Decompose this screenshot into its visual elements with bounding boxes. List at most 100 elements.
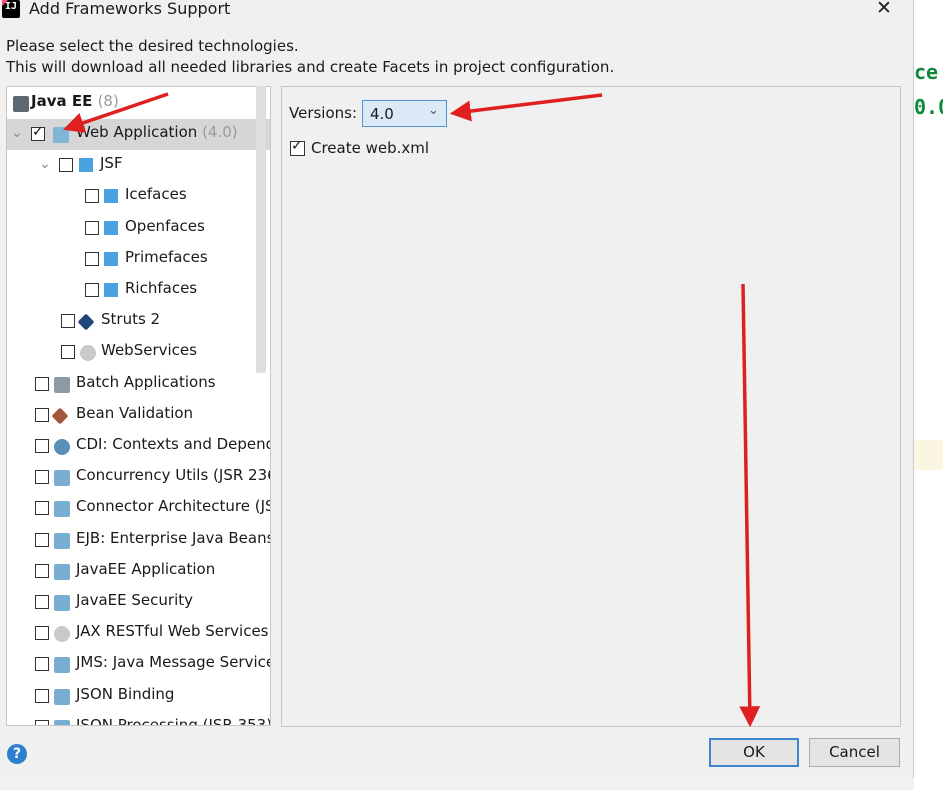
struts-icon: [77, 313, 95, 331]
tree-item-checkbox[interactable]: [85, 251, 99, 266]
versions-dropdown[interactable]: 4.0 ⌄: [362, 100, 447, 127]
tree-item-checkbox[interactable]: [61, 314, 75, 329]
versions-selected-value: 4.0: [370, 105, 394, 123]
security-icon: [54, 595, 70, 611]
tree-item-icefaces[interactable]: Icefaces: [7, 181, 270, 212]
tree-item-checkbox[interactable]: [61, 345, 75, 360]
tree-item-label: Openfaces: [125, 216, 205, 235]
cdi-icon: [54, 439, 70, 455]
tree-item-bean-validation[interactable]: Bean Validation: [7, 400, 270, 431]
chevron-down-icon[interactable]: ⌄: [39, 156, 51, 172]
chevron-down-icon: ⌄: [428, 103, 439, 118]
cancel-button[interactable]: Cancel: [809, 738, 900, 767]
group-label: Java EE: [31, 92, 93, 110]
tree-item-checkbox[interactable]: [35, 657, 49, 672]
close-icon[interactable]: ✕: [876, 0, 892, 19]
batch-icon: [54, 376, 70, 393]
tree-item-label: Concurrency Utils (JSR 236): [76, 466, 271, 485]
tree-item-checkbox[interactable]: [31, 124, 45, 141]
tree-item-cdi-contexts-and-depende[interactable]: CDI: Contexts and Depende: [7, 431, 270, 462]
tree-item-label: Richfaces: [125, 279, 198, 297]
editor-code-line: ce: [914, 60, 939, 84]
globe-icon: [80, 345, 96, 362]
tree-item-struts-2[interactable]: Struts 2: [7, 306, 270, 337]
chevron-down-icon[interactable]: ⌄: [11, 125, 23, 141]
tree-item-jms-java-message-service[interactable]: JMS: Java Message Service: [7, 649, 270, 680]
create-webxml-label[interactable]: Create web.xml: [311, 139, 429, 157]
tree-item-version: (4.0): [197, 123, 238, 141]
globe-icon: [54, 626, 70, 643]
tree-item-checkbox[interactable]: [35, 719, 49, 725]
ejb-icon: [54, 532, 70, 549]
tree-item-label: JavaEE Application: [76, 559, 216, 578]
tree-item-label: JSON Processing (JSR 353): [76, 715, 271, 726]
tree-item-checkbox[interactable]: [35, 376, 49, 391]
tree-item-label: JavaEE Security: [76, 591, 194, 609]
tree-item-label: EJB: Enterprise Java Beans: [76, 528, 271, 547]
tree-item-checkbox[interactable]: [35, 532, 49, 547]
tree-item-label: Bean Validation: [76, 403, 194, 422]
tree-item-batch-applications[interactable]: Batch Applications: [7, 369, 270, 400]
java-ee-icon: [13, 96, 29, 112]
intellij-app-icon: IJ: [2, 0, 20, 18]
tree-item-jsf[interactable]: ⌄ JSF: [7, 150, 270, 181]
description-line-1: Please select the desired technologies.: [6, 37, 299, 55]
tree-item-json-processing-jsr-353[interactable]: JSON Processing (JSR 353): [7, 712, 271, 726]
jsf-icon: [104, 251, 118, 266]
tree-item-checkbox[interactable]: [35, 626, 49, 641]
tree-item-checkbox[interactable]: [35, 688, 49, 703]
json-icon: [54, 688, 70, 705]
tree-item-checkbox[interactable]: [35, 595, 49, 609]
tree-item-label: JAX RESTful Web Services: [76, 622, 269, 641]
tree-group-java-ee[interactable]: Java EE (8): [7, 88, 270, 119]
tree-scrollbar[interactable]: [256, 86, 266, 373]
tree-item-checkbox[interactable]: [35, 407, 49, 422]
tree-item-concurrency-utils-jsr-236[interactable]: Concurrency Utils (JSR 236): [7, 462, 271, 493]
ok-button[interactable]: OK: [709, 738, 799, 767]
tree-item-checkbox[interactable]: [35, 439, 49, 453]
tree-item-primefaces[interactable]: Primefaces: [7, 244, 270, 275]
versions-label: Versions:: [289, 104, 358, 122]
tree-item-checkbox[interactable]: [85, 189, 99, 204]
tree-item-ejb-enterprise-java-beans[interactable]: EJB: Enterprise Java Beans: [7, 525, 271, 556]
tree-item-jax-restful-web-services[interactable]: JAX RESTful Web Services: [7, 618, 270, 649]
tree-item-web-application[interactable]: ⌄ Web Application (4.0): [7, 119, 270, 150]
tree-item-richfaces[interactable]: Richfaces: [7, 275, 270, 306]
dialog-title: Add Frameworks Support: [29, 0, 231, 18]
add-frameworks-dialog: IJ Add Frameworks Support ✕ Please selec…: [0, 0, 914, 778]
tree-item-webservices[interactable]: WebServices: [7, 337, 270, 368]
editor-highlight-line: [914, 440, 943, 470]
tree-item-label: Connector Architecture (JS: [76, 497, 271, 516]
tree-item-javaee-application[interactable]: JavaEE Application: [7, 556, 270, 587]
jsf-icon: [104, 220, 118, 235]
web-application-icon: [53, 127, 69, 143]
tree-item-checkbox[interactable]: [85, 283, 99, 297]
tree-item-label: Web Application (4.0): [76, 123, 238, 141]
tree-item-label: JSON Binding: [76, 684, 175, 703]
tree-item-checkbox[interactable]: [85, 220, 99, 235]
tree-item-checkbox[interactable]: [35, 501, 49, 516]
editor-code-line: 0.0: [914, 95, 943, 119]
technology-tree[interactable]: Java EE (8) ⌄ Web Application (4.0) ⌄ JSFIc…: [6, 86, 271, 726]
tree-item-connector-architecture-js[interactable]: Connector Architecture (JS: [7, 493, 271, 524]
tree-item-label: Icefaces: [125, 185, 187, 204]
description-line-2: This will download all needed libraries …: [6, 58, 615, 76]
tree-item-checkbox[interactable]: [59, 158, 73, 173]
json-icon: [54, 719, 70, 725]
jms-icon: [54, 657, 70, 674]
create-webxml-checkbox[interactable]: [290, 138, 305, 156]
tree-item-label: Batch Applications: [76, 372, 216, 391]
tree-item-checkbox[interactable]: [35, 563, 49, 578]
tree-item-checkbox[interactable]: [35, 470, 49, 485]
title-bar[interactable]: IJ Add Frameworks Support ✕: [0, 0, 913, 26]
tree-item-label: Primefaces: [125, 247, 208, 266]
tree-item-label: WebServices: [101, 341, 197, 360]
jsf-icon: [79, 158, 93, 173]
javaee-app-icon: [54, 563, 70, 580]
concurrency-icon: [54, 470, 70, 487]
tree-item-openfaces[interactable]: Openfaces: [7, 213, 270, 244]
help-icon[interactable]: ?: [7, 744, 27, 764]
tree-item-json-binding[interactable]: JSON Binding: [7, 681, 270, 712]
tree-item-label: JSF: [100, 154, 123, 173]
tree-item-javaee-security[interactable]: JavaEE Security: [7, 587, 270, 618]
